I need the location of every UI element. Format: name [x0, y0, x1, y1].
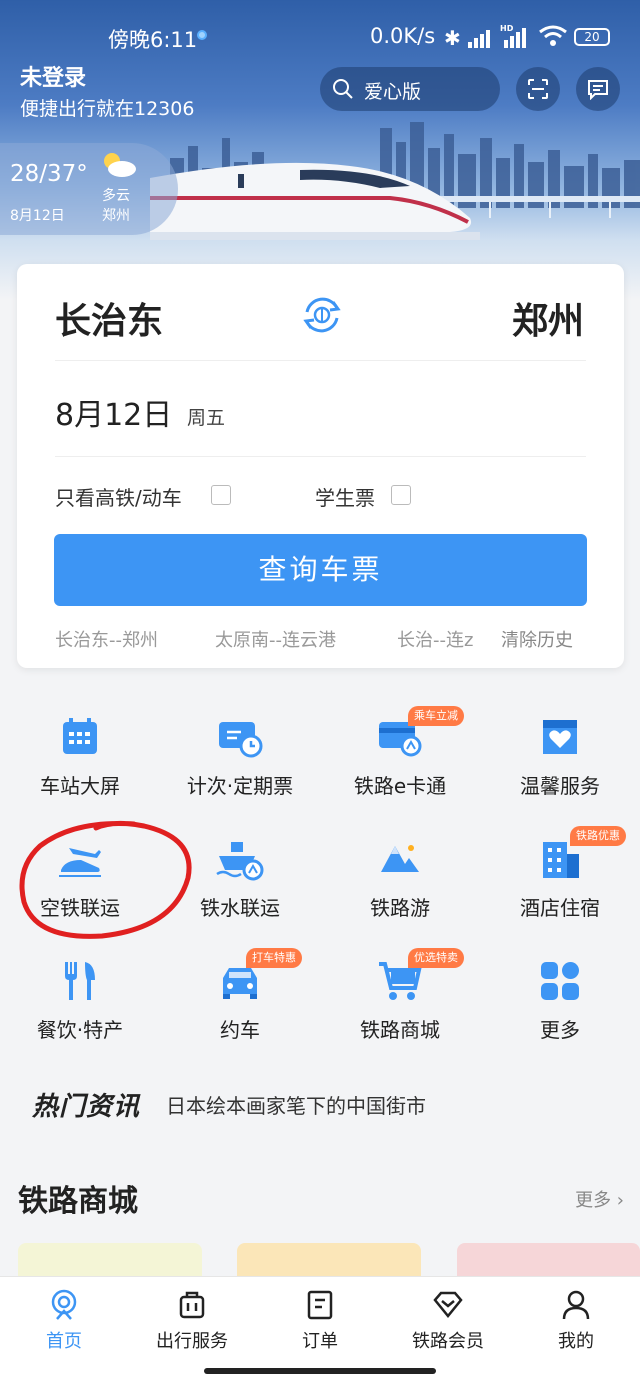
service-label: 铁路e卡通 [353, 774, 447, 798]
home-icon [51, 1289, 77, 1320]
service-periodic-ticket[interactable]: 计次·定期票 [160, 712, 320, 822]
high-speed-only-label: 只看高铁/动车 [55, 486, 182, 510]
weather-city: 郑州 [102, 208, 130, 224]
signal-bar-icon [468, 42, 472, 48]
query-tickets-button[interactable]: 查询车票 [54, 534, 587, 606]
student-ticket-checkbox[interactable] [391, 485, 411, 505]
mall-more-label: 更多 [575, 1190, 612, 1211]
battery-icon: 20 [574, 28, 610, 46]
station-screen-icon [63, 718, 97, 754]
weather-condition: 多云 [102, 188, 130, 204]
home-indicator[interactable] [204, 1368, 436, 1374]
promo-badge: 优选特卖 [408, 948, 464, 968]
travel-date[interactable]: 8月12日 [55, 390, 172, 434]
nav-home[interactable]: 首页 [0, 1287, 128, 1357]
nav-travel-service[interactable]: 出行服务 [128, 1287, 256, 1357]
scan-button[interactable] [516, 67, 560, 111]
student-ticket-label: 学生票 [315, 486, 375, 510]
hd-badge: HD [500, 24, 514, 33]
promo-badge: 打车特惠 [246, 948, 302, 968]
nav-orders[interactable]: 订单 [256, 1287, 384, 1357]
weather-temp: 28/37° [10, 161, 88, 187]
luggage-icon [179, 1291, 205, 1319]
high-speed-only-checkbox[interactable] [211, 485, 231, 505]
header-banner: 傍晚6:11 0.0K/s ✱ HD 20 未登录 便捷出行就在12306 爱心… [0, 0, 640, 300]
promo-badge: 铁路优惠 [570, 826, 626, 846]
service-station-screen[interactable]: 车站大屏 [0, 712, 160, 822]
mountain-icon [381, 845, 419, 872]
search-icon [333, 79, 353, 99]
mall-section-title: 铁路商城 [18, 1184, 138, 1219]
order-icon [307, 1290, 333, 1320]
weather-date: 8月12日 [10, 208, 65, 224]
history-item[interactable]: 太原南--连云港 [215, 626, 336, 652]
travel-weekday: 周五 [187, 407, 226, 429]
service-hotel[interactable]: 酒店住宿 铁路优惠 [480, 826, 640, 944]
service-ecard[interactable]: 铁路e卡通 乘车立减 [320, 706, 480, 822]
scan-icon [528, 79, 548, 99]
message-button[interactable] [576, 67, 620, 111]
service-label: 更多 [540, 1018, 580, 1042]
nav-membership[interactable]: 铁路会员 [384, 1287, 512, 1357]
service-label: 计次·定期票 [186, 774, 294, 798]
search-label: 爱心版 [364, 81, 422, 103]
ticket-search-card: 长治东 郑州 8月12日 周五 只看高铁/动车 学生票 查询车票 长治东--郑州… [17, 264, 624, 668]
history-item[interactable]: 长治东--郑州 [55, 626, 158, 652]
service-rail-mall[interactable]: 铁路商城 优选特卖 [320, 948, 480, 1066]
partly-cloudy-icon [104, 153, 136, 177]
status-bar: 傍晚6:11 0.0K/s ✱ HD 20 [0, 22, 640, 52]
service-label: 餐饮·特产 [36, 1018, 124, 1042]
service-label: 酒店住宿 [520, 896, 600, 920]
service-label: 温馨服务 [520, 774, 600, 798]
ticket-card-icon [219, 722, 263, 758]
network-speed: 0.0K/s [370, 24, 436, 48]
weather-widget[interactable]: 28/37° 8月12日 多云 郑州 [0, 143, 178, 235]
service-more[interactable]: 更多 [480, 956, 640, 1066]
service-dining[interactable]: 餐饮·特产 [0, 956, 160, 1066]
more-grid-icon [541, 962, 579, 1000]
member-diamond-icon [433, 1291, 463, 1318]
service-label: 车站大屏 [40, 774, 120, 798]
ship-train-icon [216, 842, 264, 881]
red-annotation-circle [19, 820, 192, 939]
mall-more-link[interactable]: 更多 › [575, 1186, 624, 1212]
nav-profile[interactable]: 我的 [512, 1287, 640, 1357]
status-icons: ✱ HD 20 [442, 24, 612, 50]
location-dot-icon [197, 30, 207, 40]
login-title[interactable]: 未登录 [20, 60, 86, 92]
service-care[interactable]: 温馨服务 [480, 712, 640, 822]
service-label: 铁路游 [370, 896, 430, 920]
history-item[interactable]: 长治--连z [397, 626, 473, 652]
nav-label: 铁路会员 [412, 1331, 484, 1352]
train-illustration [150, 162, 480, 240]
login-subtitle: 便捷出行就在12306 [20, 98, 195, 120]
nav-label: 首页 [46, 1331, 82, 1352]
promo-badge: 乘车立减 [408, 706, 464, 726]
heart-service-icon [543, 720, 577, 754]
service-rail-travel[interactable]: 铁路游 [320, 834, 480, 944]
news-headline[interactable]: 日本绘本画家笔下的中国街市 [166, 1090, 426, 1119]
bluetooth-icon: ✱ [444, 26, 461, 50]
service-label: 铁路商城 [360, 1018, 440, 1042]
service-label: 约车 [220, 1018, 260, 1042]
service-ride-hailing[interactable]: 约车 打车特惠 [160, 948, 320, 1066]
nav-label: 订单 [302, 1331, 338, 1352]
swap-stations-icon[interactable] [297, 290, 347, 340]
clear-history-button[interactable]: 清除历史 [501, 626, 573, 652]
status-time: 傍晚6:11 [108, 28, 198, 52]
profile-icon [562, 1290, 590, 1320]
dining-icon [65, 962, 95, 1000]
nav-label: 我的 [558, 1331, 594, 1352]
divider [55, 360, 586, 361]
care-mode-search[interactable]: 爱心版 [320, 67, 500, 111]
wifi-icon [539, 25, 567, 46]
hot-news-logo: 热门资讯 [32, 1092, 141, 1122]
to-station[interactable]: 郑州 [512, 292, 584, 344]
message-icon [588, 80, 608, 100]
from-station[interactable]: 长治东 [55, 292, 163, 344]
divider [55, 456, 586, 457]
nav-label: 出行服务 [156, 1331, 228, 1352]
